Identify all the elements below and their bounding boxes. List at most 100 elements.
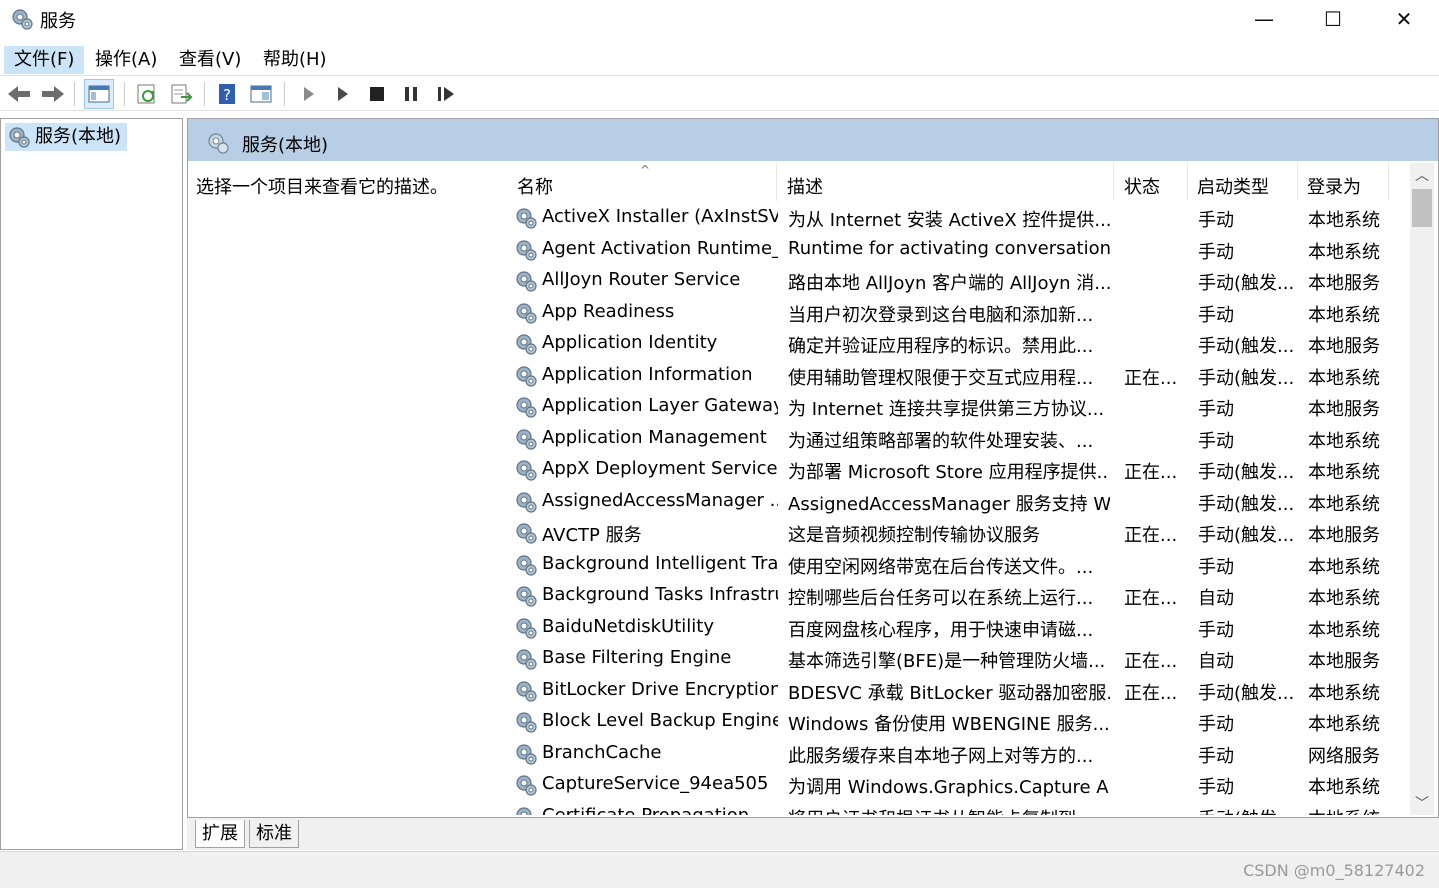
service-row[interactable]: CaptureService_94ea505 为调用 Windows.Graphi… <box>508 770 1408 802</box>
service-gear-icon <box>516 397 537 418</box>
service-row[interactable]: AppX Deployment Service ... 为部署 Microsoft… <box>508 455 1408 487</box>
tab-standard[interactable]: 标准 <box>249 820 299 848</box>
service-logon-as: 本地系统 <box>1308 777 1380 798</box>
service-row[interactable]: Application Identity 确定并验证应用程序的标识。禁用此... 手… <box>508 329 1408 361</box>
stop-service-button[interactable] <box>362 79 392 109</box>
service-description: 此服务缓存来自本地子网上对等方的... <box>788 745 1094 767</box>
menu-bar: 文件(F) 操作(A) 查看(V) 帮助(H) <box>0 42 1439 74</box>
watermark: CSDN @m0_58127402 <box>1243 861 1425 880</box>
service-row[interactable]: AVCTP 服务 这是音频视频控制传输协议服务 正在... 手动(触发... 本地服务 <box>508 518 1408 550</box>
service-logon-as: 本地系统 <box>1308 462 1380 483</box>
menu-action[interactable]: 操作(A) <box>85 46 167 74</box>
service-description: 当用户初次登录到这台电脑和添加新... <box>788 304 1094 326</box>
minimize-button[interactable]: — <box>1229 0 1299 38</box>
menu-view[interactable]: 查看(V) <box>169 46 251 74</box>
service-startup-type: 手动(触发... <box>1198 336 1295 357</box>
start-alt-button[interactable] <box>328 79 358 109</box>
scroll-thumb[interactable] <box>1412 189 1432 227</box>
show-hide-console-tree-button[interactable] <box>84 79 114 109</box>
service-logon-as: 本地系统 <box>1308 241 1380 263</box>
service-gear-icon <box>516 617 537 639</box>
column-header-logon-as[interactable]: 登录为 <box>1307 173 1361 199</box>
service-description: 使用空闲网络带宽在后台传送文件。... <box>788 556 1094 578</box>
service-logon-as: 本地系统 <box>1308 304 1380 326</box>
service-row[interactable]: App Readiness 当用户初次登录到这台电脑和添加新... 手动 本地系统 <box>508 298 1408 330</box>
svg-text:?: ? <box>223 86 231 104</box>
service-name: Certificate Propagation <box>542 804 750 816</box>
service-row[interactable]: Background Tasks Infrastru... 控制哪些后台任务可以在… <box>508 581 1408 613</box>
start-service-button[interactable] <box>294 79 324 109</box>
service-row[interactable]: Application Information 使用辅助管理权限便于交互式应用程.… <box>508 361 1408 393</box>
service-row[interactable]: Application Management 为通过组策略部署的软件处理安装、..… <box>508 424 1408 456</box>
service-row[interactable]: ActiveX Installer (AxInstSV) 为从 Internet … <box>508 203 1408 235</box>
service-name: Application Identity <box>542 332 718 353</box>
service-logon-as: 本地系统 <box>1308 588 1380 609</box>
start-service-icon <box>304 87 314 101</box>
service-startup-type: 自动 <box>1198 588 1234 609</box>
service-logon-as: 本地系统 <box>1308 805 1398 816</box>
service-row[interactable]: Application Layer Gateway ... 为 Internet … <box>508 392 1408 424</box>
scroll-up-icon[interactable]: ︿ <box>1410 163 1434 187</box>
service-gear-icon <box>516 775 537 796</box>
column-header-startup-type[interactable]: 启动类型 <box>1197 173 1269 199</box>
restart-service-icon <box>438 87 454 101</box>
service-row[interactable]: BranchCache 此服务缓存来自本地子网上对等方的... 手动 网络服务 <box>508 739 1408 771</box>
service-logon-as: 本地系统 <box>1308 493 1380 515</box>
service-row[interactable]: Certificate Propagation 将用户证书和根证书从智能卡复制到.… <box>508 802 1408 816</box>
refresh-button[interactable] <box>132 79 162 109</box>
service-description: 这是音频视频控制传输协议服务 <box>788 525 1040 546</box>
service-row[interactable]: BitLocker Drive Encryption ... BDESVC 承载 … <box>508 676 1408 708</box>
pane-header: 服务(本地) <box>188 119 1438 161</box>
properties-icon <box>250 85 272 103</box>
service-row[interactable]: AssignedAccessManager ... AssignedAccessM… <box>508 487 1408 519</box>
service-gear-icon <box>516 523 537 544</box>
service-gear-icon <box>516 365 537 387</box>
service-startup-type: 手动 <box>1198 210 1234 231</box>
restart-service-button[interactable] <box>432 79 462 109</box>
service-logon-as: 本地系统 <box>1308 367 1380 389</box>
service-name: AllJoyn Router Service <box>542 269 741 290</box>
tree-item-services-local[interactable]: 服务(本地) <box>5 123 128 151</box>
service-name: Block Level Backup Engine ... <box>542 710 778 731</box>
service-gear-icon <box>516 806 532 815</box>
service-name: Base Filtering Engine <box>542 647 732 668</box>
help-button[interactable]: ? <box>212 79 242 109</box>
service-gear-icon <box>516 743 537 765</box>
column-header-status[interactable]: 状态 <box>1124 173 1160 199</box>
service-startup-type: 手动 <box>1198 304 1234 326</box>
service-status: 正在... <box>1124 588 1178 609</box>
maximize-button[interactable]: ☐ <box>1298 0 1368 38</box>
service-row[interactable]: Agent Activation Runtime_... Runtime for … <box>508 235 1408 267</box>
menu-file[interactable]: 文件(F) <box>4 46 85 74</box>
scroll-down-icon[interactable]: ﹀ <box>1410 791 1434 815</box>
service-row[interactable]: Block Level Backup Engine ... Windows 备份使… <box>508 707 1408 739</box>
vertical-scrollbar[interactable]: ︿ ﹀ <box>1410 163 1434 815</box>
column-header-name[interactable]: 名称 <box>517 173 553 199</box>
service-status: 正在... <box>1124 651 1178 672</box>
back-button[interactable] <box>4 79 34 109</box>
pause-service-button[interactable] <box>396 79 426 109</box>
service-row[interactable]: Base Filtering Engine 基本筛选引擎(BFE)是一种管理防火墙… <box>508 644 1408 676</box>
back-arrow-icon <box>8 86 30 102</box>
service-name: BranchCache <box>542 741 662 763</box>
menu-help[interactable]: 帮助(H) <box>253 46 337 74</box>
service-row[interactable]: Background Intelligent Tra... 使用空闲网络带宽在后台… <box>508 550 1408 582</box>
service-description: 将用户证书和根证书从智能卡复制到... <box>788 805 1110 816</box>
service-gear-icon <box>516 208 537 229</box>
properties-button[interactable] <box>246 79 276 109</box>
service-row[interactable]: AllJoyn Router Service 路由本地 AllJoyn 客户端的 … <box>508 266 1408 298</box>
forward-button[interactable] <box>38 79 68 109</box>
service-row[interactable]: BaiduNetdiskUtility 百度网盘核心程序，用于快速申请磁... 手动… <box>508 613 1408 645</box>
service-name: Application Management <box>542 426 767 448</box>
close-button[interactable]: ✕ <box>1369 0 1439 38</box>
service-gear-icon <box>516 271 537 292</box>
service-startup-type: 手动(触发... <box>1198 805 1298 816</box>
service-logon-as: 本地系统 <box>1308 714 1380 735</box>
column-header-description[interactable]: 描述 <box>787 173 823 199</box>
service-startup-type: 手动 <box>1198 714 1234 735</box>
export-list-button[interactable] <box>166 79 196 109</box>
tab-extended[interactable]: 扩展 <box>195 820 245 848</box>
service-gear-icon <box>516 491 537 513</box>
service-description: 百度网盘核心程序，用于快速申请磁... <box>788 619 1094 641</box>
service-logon-as: 本地服务 <box>1308 273 1380 294</box>
